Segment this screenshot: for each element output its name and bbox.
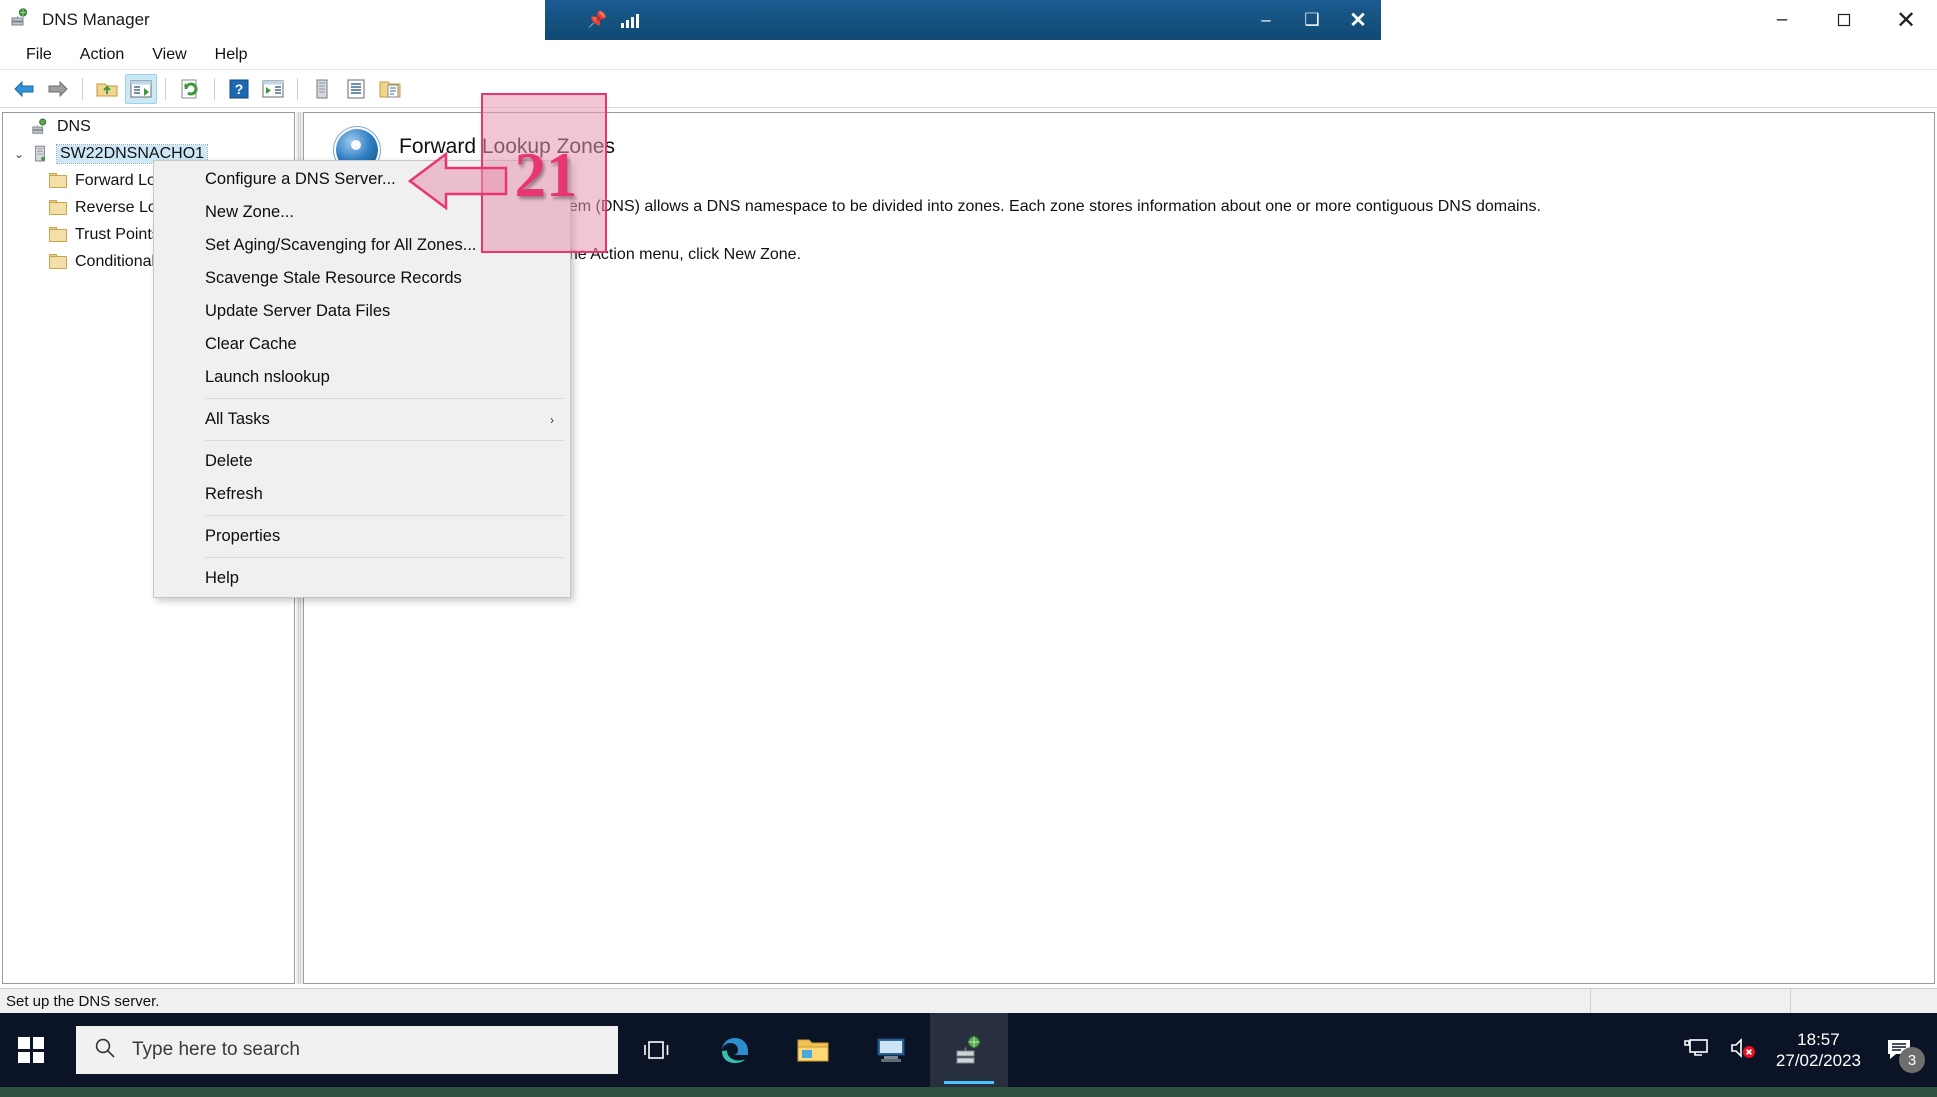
- ctx-separator: [205, 440, 564, 441]
- console-tree-icon[interactable]: [125, 73, 157, 104]
- rdp-close-button[interactable]: ✕: [1335, 0, 1381, 40]
- search-placeholder: Type here to search: [132, 1039, 300, 1060]
- server-icon: [29, 145, 51, 163]
- ctx-separator: [205, 557, 564, 558]
- menu-action[interactable]: Action: [66, 43, 138, 67]
- toolbar-separator: [82, 77, 83, 100]
- taskbar: Type here to search 18:57 27/02/2023 3: [0, 1013, 1937, 1087]
- list-icon[interactable]: [340, 74, 372, 104]
- pin-icon[interactable]: 📌: [587, 10, 607, 30]
- ctx-separator: [205, 515, 564, 516]
- start-button[interactable]: [0, 1013, 62, 1087]
- rdp-minimize-button[interactable]: –: [1243, 0, 1289, 40]
- windows-logo-icon: [18, 1037, 44, 1063]
- toolbar-separator: [165, 77, 166, 100]
- refresh-icon[interactable]: [174, 74, 206, 104]
- close-button[interactable]: ✕: [1875, 0, 1937, 40]
- ctx-item-label: Scavenge Stale Resource Records: [205, 269, 462, 287]
- rdp-restore-button[interactable]: ❑: [1289, 0, 1335, 40]
- window-titlebar: DNS Manager: [0, 0, 545, 40]
- rdp-window-controls: – ❑ ✕: [1243, 0, 1381, 40]
- dns-root-icon: [29, 118, 51, 136]
- folder-icon: [47, 227, 69, 242]
- ctx-delete[interactable]: Delete: [154, 445, 570, 478]
- ctx-launch-nslookup[interactable]: Launch nslookup: [154, 361, 570, 394]
- ctx-item-label: Properties: [205, 527, 281, 545]
- system-tray: 18:57 27/02/2023 3: [1682, 1029, 1937, 1073]
- ctx-clear-cache[interactable]: Clear Cache: [154, 328, 570, 361]
- ctx-item-label: All Tasks: [205, 410, 270, 428]
- chevron-right-icon: ›: [550, 412, 554, 427]
- menubar: File Action View Help: [0, 40, 1937, 70]
- taskbar-clock[interactable]: 18:57 27/02/2023: [1776, 1029, 1861, 1072]
- menu-file[interactable]: File: [12, 43, 66, 67]
- dns-manager-icon[interactable]: [930, 1013, 1008, 1087]
- task-view-icon[interactable]: [618, 1013, 696, 1087]
- ctx-item-label: Help: [205, 569, 239, 587]
- ctx-scavenge-stale-resource-records[interactable]: Scavenge Stale Resource Records: [154, 262, 570, 295]
- notifications-icon[interactable]: 3: [1879, 1029, 1925, 1073]
- ctx-update-server-data-files[interactable]: Update Server Data Files: [154, 295, 570, 328]
- properties-icon[interactable]: [257, 74, 289, 104]
- status-cell-2: [1790, 989, 1937, 1014]
- signal-bars-icon: [620, 12, 639, 28]
- folder-icon: [47, 173, 69, 188]
- new-zone-icon[interactable]: [374, 74, 406, 104]
- toolbar: ?: [0, 70, 1937, 108]
- ctx-separator: [205, 398, 564, 399]
- status-cell-1: [1590, 989, 1790, 1014]
- ctx-refresh[interactable]: Refresh: [154, 478, 570, 511]
- ctx-all-tasks[interactable]: All Tasks ›: [154, 403, 570, 436]
- volume-muted-icon[interactable]: [1728, 1035, 1758, 1066]
- ctx-help[interactable]: Help: [154, 562, 570, 595]
- folder-icon: [47, 200, 69, 215]
- ctx-item-label: Update Server Data Files: [205, 302, 391, 320]
- toolbar-separator: [214, 77, 215, 100]
- toolbar-separator: [297, 77, 298, 100]
- tree-node-dns[interactable]: DNS: [3, 113, 294, 140]
- detail-paragraph-1: The Domain Name System (DNS) allows a DN…: [399, 198, 1541, 215]
- annotation-arrow-icon: [408, 151, 508, 211]
- maximize-button[interactable]: [1813, 0, 1875, 40]
- rdp-connection-bar: 📌 – ❑ ✕: [545, 0, 1381, 40]
- forward-button[interactable]: [42, 74, 74, 104]
- window-title: DNS Manager: [42, 10, 150, 29]
- edge-icon[interactable]: [696, 1013, 774, 1087]
- tree-node-label: DNS: [57, 117, 91, 135]
- network-icon[interactable]: [1682, 1036, 1710, 1065]
- search-input[interactable]: Type here to search: [76, 1026, 618, 1074]
- server-icon[interactable]: [306, 74, 338, 104]
- ctx-item-label: Configure a DNS Server...: [205, 170, 396, 188]
- ctx-item-label: Set Aging/Scavenging for All Zones...: [205, 236, 477, 254]
- status-text: Set up the DNS server.: [6, 992, 160, 1010]
- svg-text:?: ?: [235, 81, 244, 97]
- screen: DNS Manager – ✕ File Action View Help ? …: [0, 0, 1937, 1097]
- ctx-item-label: New Zone...: [205, 203, 294, 221]
- search-icon: [94, 1037, 116, 1064]
- statusbar: Set up the DNS server.: [0, 988, 1937, 1014]
- detail-paragraph-2: To add a new zone, on the Action menu, c…: [399, 246, 802, 263]
- minimize-button[interactable]: –: [1751, 0, 1813, 40]
- server-manager-icon[interactable]: [852, 1013, 930, 1087]
- folder-icon: [47, 254, 69, 269]
- back-button[interactable]: [8, 74, 40, 104]
- file-explorer-icon[interactable]: [774, 1013, 852, 1087]
- ctx-item-label: Delete: [205, 452, 253, 470]
- ctx-properties[interactable]: Properties: [154, 520, 570, 553]
- menu-help[interactable]: Help: [201, 43, 262, 67]
- notifications-count: 3: [1899, 1047, 1925, 1073]
- ctx-item-label: Refresh: [205, 485, 263, 503]
- ctx-item-label: Launch nslookup: [205, 368, 330, 386]
- help-icon[interactable]: ?: [223, 74, 255, 104]
- window-controls: – ✕: [1637, 0, 1937, 40]
- dns-server-icon: [10, 7, 30, 33]
- clock-date: 27/02/2023: [1775, 1051, 1861, 1070]
- tree-expander-icon[interactable]: ⌄: [9, 147, 29, 161]
- tree-node-label: Trust Points: [75, 225, 160, 243]
- up-folder-icon[interactable]: [91, 74, 123, 104]
- clock-time: 18:57: [1797, 1029, 1840, 1049]
- ctx-item-label: Clear Cache: [205, 335, 297, 353]
- menu-view[interactable]: View: [138, 43, 200, 67]
